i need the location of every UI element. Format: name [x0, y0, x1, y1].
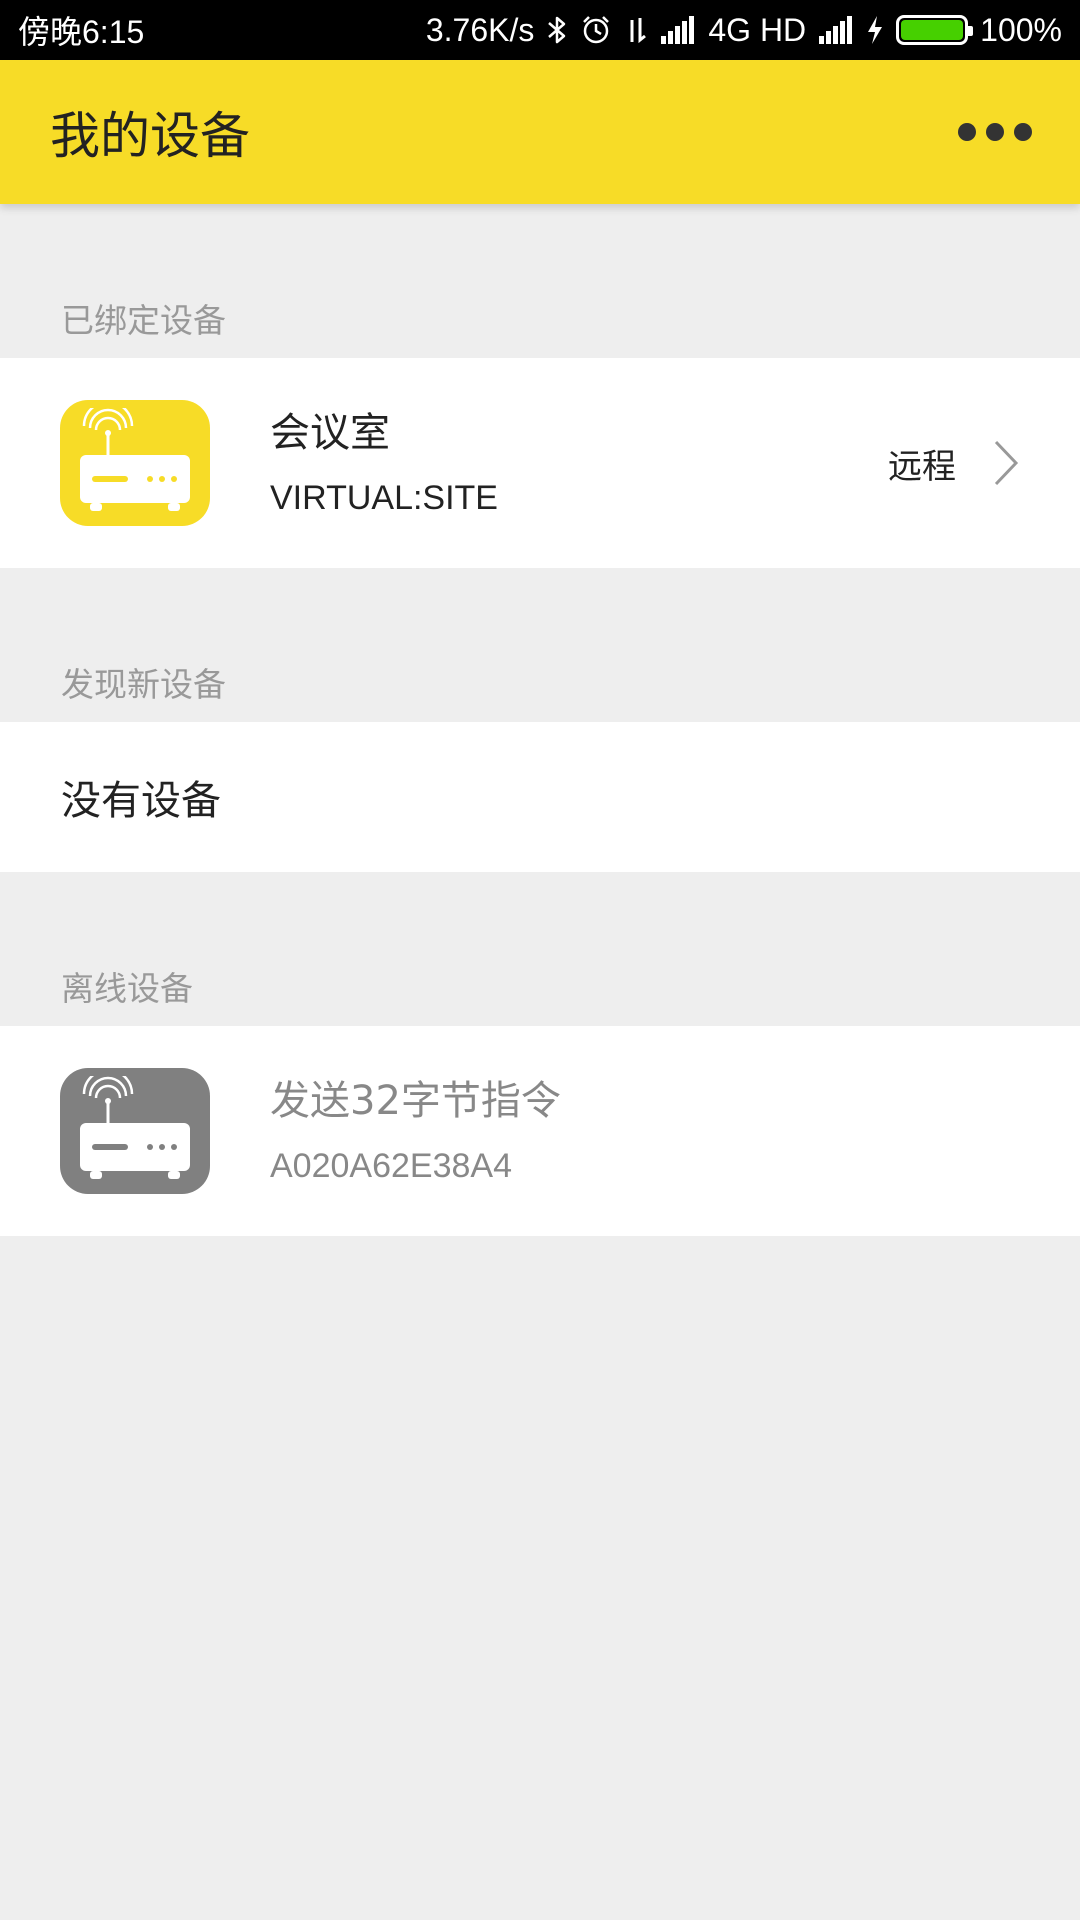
- device-info: 会议室 VIRTUAL:SITE: [270, 409, 498, 518]
- device-list: 已绑定设备 会议室 VIRTUAL:SITE 远程 发现新设备 没有设备 离线设…: [0, 204, 1080, 1236]
- signal-2-icon: [818, 16, 854, 44]
- device-info: 发送32字节指令 A020A62E38A4: [270, 1077, 561, 1186]
- empty-state: 没有设备: [61, 778, 221, 824]
- battery-percent: 100%: [980, 11, 1062, 48]
- signal-icon: [660, 16, 696, 44]
- device-id: A020A62E38A4: [270, 1146, 512, 1185]
- data-arrows-icon: [624, 14, 648, 46]
- status-icons: 3.76K/s 4G HD 100%: [426, 12, 1062, 49]
- device-id: VIRTUAL:SITE: [270, 478, 498, 517]
- chevron-right-icon: [992, 439, 1020, 487]
- offline-devices-card: 发送32字节指令 A020A62E38A4: [0, 1026, 1080, 1236]
- battery-fill: [901, 20, 964, 40]
- router-icon: [60, 400, 210, 526]
- bluetooth-icon: [546, 14, 568, 46]
- section-header-bound: 已绑定设备: [61, 301, 226, 340]
- more-dots-icon: [958, 123, 976, 141]
- network-speed: 3.76K/s: [425, 11, 535, 48]
- more-dots-icon: [1014, 123, 1032, 141]
- battery-icon: [896, 15, 974, 45]
- alarm-icon: [580, 14, 612, 46]
- section-header-offline: 离线设备: [61, 969, 193, 1008]
- device-row-bound[interactable]: 会议室 VIRTUAL:SITE 远程: [0, 358, 1080, 568]
- device-name: 发送32字节指令: [270, 1077, 561, 1124]
- more-options-button[interactable]: [956, 92, 1034, 172]
- status-bar: 傍晚6:15 3.76K/s 4G HD 100%: [0, 0, 1080, 60]
- device-status-label: 远程: [888, 446, 956, 487]
- section-header-discovered: 发现新设备: [61, 665, 226, 704]
- charging-icon: [866, 15, 884, 45]
- device-status: 远程: [888, 439, 1020, 488]
- device-name: 会议室: [270, 409, 390, 456]
- bound-devices-card: 会议室 VIRTUAL:SITE 远程: [0, 358, 1080, 568]
- discovered-devices-card: 没有设备: [0, 722, 1080, 872]
- router-icon: [60, 1068, 210, 1194]
- device-row-offline[interactable]: 发送32字节指令 A020A62E38A4: [0, 1026, 1080, 1236]
- page-title: 我的设备: [50, 107, 250, 165]
- more-dots-icon: [986, 123, 1004, 141]
- network-type: 4G HD: [708, 11, 807, 48]
- status-time: 傍晚6:15: [18, 14, 145, 50]
- app-bar: 我的设备: [0, 60, 1080, 204]
